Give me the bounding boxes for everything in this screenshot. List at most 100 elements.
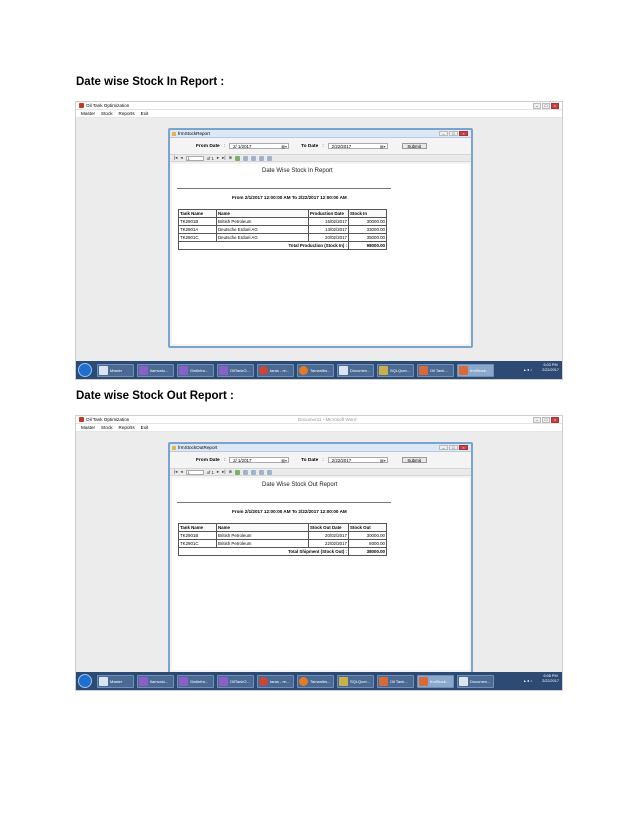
- page-setup-icon[interactable]: [259, 155, 265, 161]
- taskbar-item-active[interactable]: frmStock...: [457, 363, 494, 377]
- minimize-icon[interactable]: –: [439, 445, 448, 450]
- taskbar-item[interactable]: taras - re...: [257, 363, 294, 377]
- chrome-icon: [259, 365, 268, 375]
- print-icon[interactable]: [243, 155, 249, 161]
- next-page-icon[interactable]: ▸: [217, 155, 219, 161]
- start-button[interactable]: [78, 363, 92, 377]
- refresh-icon[interactable]: [235, 155, 241, 161]
- cell-date: 20/02/2017: [308, 531, 349, 540]
- next-page-icon[interactable]: ▸: [217, 469, 219, 475]
- calendar-icon[interactable]: ▦▾: [281, 458, 287, 463]
- close-icon[interactable]: ×: [551, 102, 559, 109]
- cell-qty: 30000.00: [348, 531, 387, 540]
- table-row: TK2901B British Petroleum 20/02/2017 300…: [178, 531, 387, 540]
- taskbar-item[interactable]: Gwtinfra...: [177, 674, 214, 688]
- tray-icons[interactable]: ▴ ◂ ♪: [524, 367, 532, 372]
- system-clock[interactable]: 6:03 PM 2/22/2017: [542, 363, 559, 373]
- taskbar-item[interactable]: Master: [97, 674, 134, 688]
- page-number-input[interactable]: 1: [185, 155, 204, 161]
- menu-master[interactable]: Master: [81, 425, 95, 430]
- taskbar-item[interactable]: Ilamvalu...: [137, 363, 174, 377]
- taskbar-item[interactable]: SQLQuer...: [377, 363, 414, 377]
- cell-date: 22/02/2017: [308, 539, 349, 548]
- app-icon: [459, 365, 468, 375]
- menu-stock[interactable]: Stock: [101, 425, 113, 430]
- taskbar-item[interactable]: Tamanibs...: [297, 674, 334, 688]
- minimize-icon[interactable]: –: [533, 416, 541, 423]
- visual-studio-icon: [139, 365, 148, 375]
- report-divider: [177, 502, 391, 503]
- calendar-icon[interactable]: ▦▾: [380, 144, 386, 149]
- taskbar-item[interactable]: SQLQuer...: [337, 674, 374, 688]
- total-value: 38000.00: [348, 547, 387, 556]
- taskbar-item[interactable]: OilTankO...: [217, 674, 254, 688]
- child-window-controls: – □ ×: [439, 131, 471, 136]
- prev-page-icon[interactable]: ◂: [180, 469, 182, 475]
- menu-reports[interactable]: Reports: [119, 425, 135, 430]
- taskbar-item[interactable]: Oil Tank...: [377, 674, 414, 688]
- firefox-icon: [299, 676, 308, 686]
- first-page-icon[interactable]: |◂: [174, 155, 177, 161]
- mdi-area: frmStockReport – □ × From Date : 2/ 1/20…: [76, 118, 562, 361]
- cell-name: British Petroleum: [216, 217, 309, 226]
- to-date-picker[interactable]: 2/22/2017 ▦▾: [327, 457, 388, 463]
- last-page-icon[interactable]: ▸|: [222, 469, 225, 475]
- to-date-picker[interactable]: 2/22/2017 ▦▾: [327, 143, 388, 149]
- calendar-icon[interactable]: ▦▾: [380, 458, 386, 463]
- print-layout-icon[interactable]: [251, 155, 257, 161]
- app-titlebar: Oil Tank Optimization Document1 - Micros…: [76, 416, 562, 424]
- stop-icon[interactable]: ⊗: [228, 155, 232, 161]
- prev-page-icon[interactable]: ◂: [180, 155, 182, 161]
- export-icon[interactable]: [267, 469, 273, 475]
- taskbar-item[interactable]: OilTankO...: [217, 363, 254, 377]
- taskbar-item[interactable]: Tamanibs...: [297, 363, 334, 377]
- page-number-input[interactable]: 1: [185, 469, 204, 475]
- tray-icons[interactable]: ▴ ◂ ♪: [524, 678, 532, 683]
- maximize-icon[interactable]: □: [449, 131, 458, 136]
- refresh-icon[interactable]: [235, 469, 241, 475]
- minimize-icon[interactable]: –: [439, 131, 448, 136]
- minimize-icon[interactable]: –: [533, 102, 541, 109]
- close-icon[interactable]: ×: [459, 131, 468, 136]
- submit-button[interactable]: Submit: [401, 143, 427, 149]
- taskbar-item[interactable]: Oil Tank...: [417, 363, 454, 377]
- menu-reports[interactable]: Reports: [119, 111, 135, 116]
- menu-exit[interactable]: Exit: [141, 111, 149, 116]
- taskbar-item[interactable]: Ilamvalu...: [137, 674, 174, 688]
- maximize-icon[interactable]: □: [542, 102, 550, 109]
- export-icon[interactable]: [267, 155, 273, 161]
- print-icon[interactable]: [243, 469, 249, 475]
- close-icon[interactable]: ×: [551, 416, 559, 423]
- cell-date: 20/02/2017: [308, 233, 349, 242]
- from-date-picker[interactable]: 2/ 1/2017 ▦▾: [229, 457, 290, 463]
- taskbar-item[interactable]: Master: [97, 363, 134, 377]
- menu-exit[interactable]: Exit: [141, 425, 149, 430]
- stock-out-heading: Date wise Stock Out Report :: [76, 390, 234, 402]
- taskbar-item[interactable]: Documen...: [457, 674, 494, 688]
- menu-stock[interactable]: Stock: [101, 111, 113, 116]
- page-setup-icon[interactable]: [259, 469, 265, 475]
- firefox-icon: [299, 365, 308, 375]
- close-icon[interactable]: ×: [459, 445, 468, 450]
- taskbar-item[interactable]: Documen...: [337, 363, 374, 377]
- taskbar-item[interactable]: taras - re...: [257, 674, 294, 688]
- taskbar-item-active[interactable]: frmStock...: [417, 674, 454, 688]
- stop-icon[interactable]: ⊗: [228, 469, 232, 475]
- menu-master[interactable]: Master: [81, 111, 95, 116]
- windows-taskbar: Master Ilamvalu... Gwtinfra... OilTankO.…: [76, 361, 562, 379]
- taskbar-item[interactable]: Gwtinfra...: [177, 363, 214, 377]
- from-date-picker[interactable]: 2/ 1/2017 ▦▾: [229, 143, 290, 149]
- clock-date: 2/22/2017: [542, 368, 559, 372]
- window-controls: – □ ×: [533, 416, 562, 423]
- first-page-icon[interactable]: |◂: [174, 469, 177, 475]
- app-icon: [419, 676, 428, 686]
- print-layout-icon[interactable]: [251, 469, 257, 475]
- last-page-icon[interactable]: ▸|: [222, 155, 225, 161]
- submit-button[interactable]: Submit: [401, 457, 427, 463]
- maximize-icon[interactable]: □: [542, 416, 550, 423]
- start-button[interactable]: [78, 674, 92, 688]
- maximize-icon[interactable]: □: [449, 445, 458, 450]
- calendar-icon[interactable]: ▦▾: [281, 144, 287, 149]
- app-title: Oil Tank Optimization: [86, 417, 130, 422]
- system-clock[interactable]: 6:08 PM 2/22/2017: [542, 674, 559, 684]
